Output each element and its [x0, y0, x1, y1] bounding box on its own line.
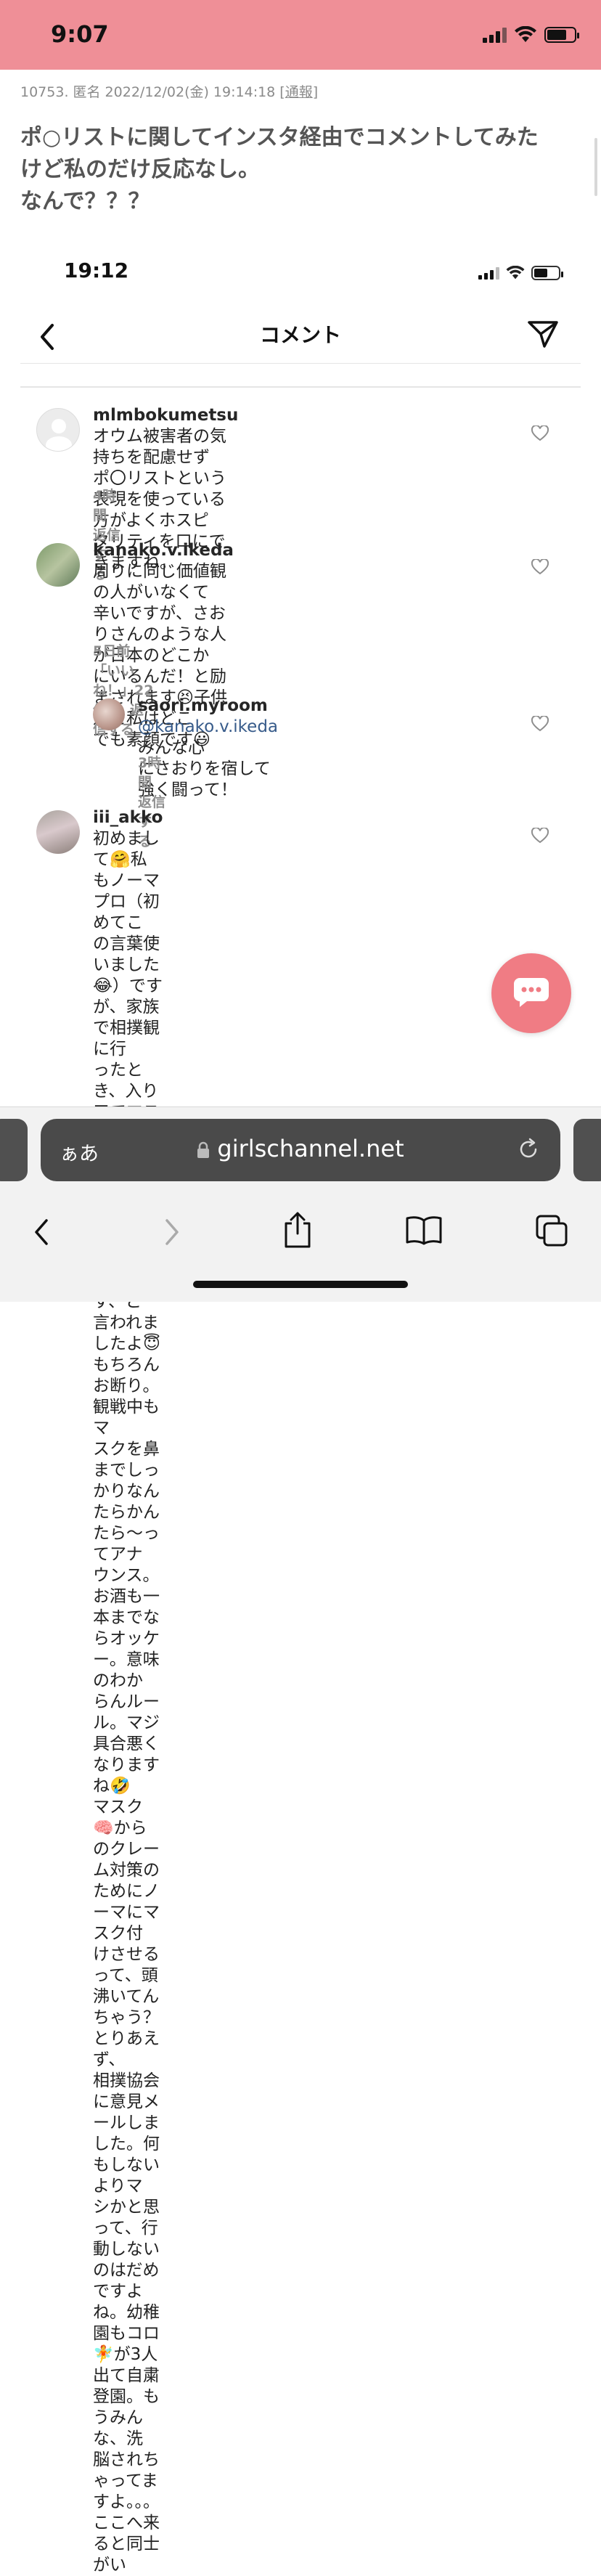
comment-line: の言葉使いました😂）ですが、家族で相撲観に行 — [93, 934, 163, 1059]
status-icons — [483, 26, 579, 44]
mention-link[interactable]: @kanako.v.ikeda — [138, 717, 278, 736]
comment-username[interactable]: mlmbokumetsu — [93, 406, 238, 425]
scrollbar[interactable] — [594, 138, 597, 196]
url-display[interactable]: girlschannel.net — [41, 1135, 560, 1162]
post-meta: 10753. 匿名 2022/12/02(金) 19:14:18 [通報] — [20, 81, 318, 101]
post-line: ポ○リストに関してインスタ経由でコメントしてみた — [20, 125, 539, 150]
chat-bubble-icon — [514, 978, 549, 1007]
avatar[interactable] — [36, 408, 80, 452]
battery-icon — [531, 266, 563, 280]
comment-line: 脳されちゃってますよ。。。ここへ来ると同士がい — [93, 2450, 160, 2575]
heart-icon[interactable] — [531, 716, 549, 732]
comment-time: 3時間 — [138, 755, 162, 791]
battery-icon — [544, 27, 579, 43]
comment-line: 初めまして🤗私もノーマプロ（初めてこ — [93, 829, 160, 932]
avatar[interactable] — [36, 810, 80, 854]
wifi-icon — [506, 266, 525, 280]
comment-username[interactable]: kanako.v.ikeda — [93, 541, 234, 560]
comment-line: 言われましたよ😇 もちろんお断り。観戦中もマ — [93, 1313, 177, 1438]
comment-line: けさせるって、頭沸いてんちゃう？ とりあえず、 — [93, 1945, 176, 2069]
wifi-icon — [515, 26, 536, 42]
comment-username[interactable]: iii_akko — [93, 808, 163, 827]
home-indicator[interactable] — [193, 1281, 408, 1288]
comment-time: 4時間 — [93, 488, 117, 523]
back-icon[interactable] — [30, 1216, 52, 1248]
comments-header: コメント — [20, 312, 581, 364]
divider — [20, 386, 581, 388]
status-bar: 9:07 — [0, 0, 601, 70]
chat-fab-button[interactable] — [491, 953, 571, 1033]
comment-text: iii_akko 初めまして🤗私もノーマプロ（初めてこ の言葉使いました😂）です… — [93, 807, 177, 2576]
status-time: 9:07 — [51, 20, 109, 48]
comment-line: 周りに同じ価値観の人がいなくて — [93, 562, 226, 602]
report-link[interactable]: 通報 — [285, 84, 313, 100]
comment-time: 5日前 — [93, 643, 131, 659]
heart-icon[interactable] — [531, 828, 549, 844]
comment-line: スクを鼻までしっかりなんたらかんたら〜ってアナ — [93, 1440, 160, 1564]
heart-icon[interactable] — [531, 559, 549, 575]
send-icon[interactable] — [527, 319, 559, 349]
comment-line: ウンス。お酒も一本までならオッケー。意味のわか — [93, 1566, 160, 1690]
lock-icon — [197, 1141, 210, 1158]
reload-icon[interactable] — [515, 1136, 541, 1162]
heart-icon[interactable] — [531, 425, 549, 441]
post-text: ポ○リストに関してインスタ経由でコメントしてみた けど私のだけ反応なし。 なんで… — [20, 122, 579, 218]
screenshot-status-time: 19:12 — [64, 258, 129, 282]
post-meta-close: ] — [312, 84, 319, 100]
post-line: なんで？？？ — [20, 189, 150, 214]
avatar[interactable] — [36, 543, 80, 587]
avatar[interactable] — [93, 698, 125, 730]
comment-line: らんルール。マジ具合悪くなりますね🤣 マスク — [93, 1692, 160, 1817]
forward-icon[interactable] — [161, 1216, 183, 1248]
comment-line: 相撲協会に意見メールしました。何もしないよりマ — [93, 2071, 160, 2196]
comment-line: シかと思って、行動しないのはだめですよね。幼稚 — [93, 2198, 160, 2322]
browser-toolbar — [0, 1203, 601, 1268]
comment-username[interactable]: saori.myroom — [138, 696, 268, 715]
url-text: girlschannel.net — [217, 1135, 404, 1162]
comments-title: コメント — [259, 323, 341, 347]
bookmarks-icon[interactable] — [405, 1215, 443, 1245]
comment-line: オウム被害者の気持ちを配慮せず — [93, 427, 226, 467]
next-tab[interactable] — [573, 1119, 601, 1181]
comment-line: 園もコロ🧚が3人出て自粛登園。もうみんな、洗 — [93, 2324, 160, 2448]
address-bar[interactable]: ぁあ girlschannel.net — [41, 1119, 560, 1181]
post-line: けど私のだけ反応なし。 — [20, 157, 260, 182]
screenshot-status-icons — [478, 266, 563, 280]
browser-bottom-bar: ぁあ girlschannel.net — [0, 1106, 601, 1302]
signal-icon — [483, 27, 507, 43]
signal-icon — [478, 266, 499, 280]
comment-line: 🧠からのクレーム対策のためにノーマにマスク付 — [93, 1819, 160, 1943]
previous-tab[interactable] — [0, 1119, 28, 1181]
post-meta-text: 10753. 匿名 2022/12/02(金) 19:14:18 [ — [20, 84, 285, 100]
share-icon[interactable] — [282, 1210, 314, 1250]
tabs-icon[interactable] — [534, 1213, 569, 1248]
